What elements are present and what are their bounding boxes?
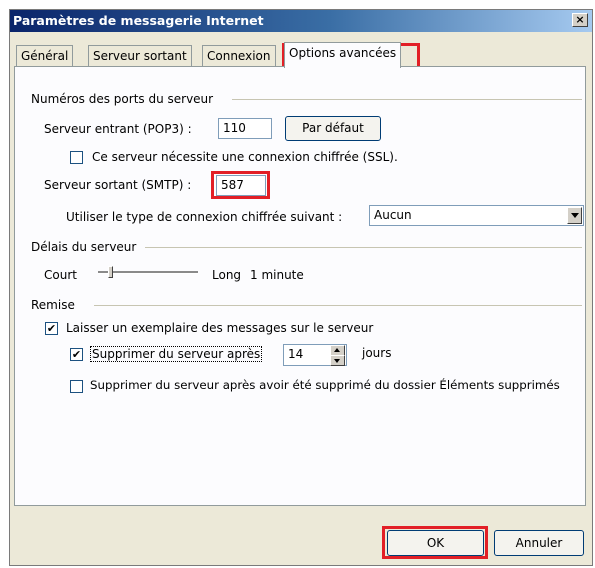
tab-connection[interactable]: Connexion bbox=[202, 45, 276, 67]
section-divider bbox=[94, 305, 582, 306]
incoming-server-label: Serveur entrant (POP3) : bbox=[44, 122, 192, 136]
default-button-label: Par défaut bbox=[302, 121, 364, 135]
tab-label: Général bbox=[21, 49, 69, 63]
tab-label: Connexion bbox=[207, 49, 271, 63]
encryption-type-select[interactable]: Aucun bbox=[369, 205, 584, 226]
cancel-button-label: Annuler bbox=[515, 536, 563, 550]
leave-copy-checkbox[interactable]: ✔ bbox=[45, 322, 58, 335]
remove-after-checkbox[interactable]: ✔ bbox=[70, 348, 83, 361]
close-icon: × bbox=[575, 13, 585, 26]
remove-deleted-checkbox[interactable] bbox=[70, 380, 83, 393]
remove-deleted-label: Supprimer du serveur après avoir été sup… bbox=[90, 378, 560, 392]
delivery-section-title: Remise bbox=[31, 298, 75, 312]
remove-after-label: Supprimer du serveur après bbox=[90, 346, 263, 362]
chevron-up-icon bbox=[334, 348, 340, 352]
tab-label: Options avancées bbox=[289, 46, 397, 60]
chevron-down-icon bbox=[334, 359, 340, 363]
section-divider bbox=[145, 247, 582, 248]
encryption-type-label: Utiliser le type de connexion chiffrée s… bbox=[66, 210, 343, 224]
chevron-down-icon[interactable] bbox=[567, 207, 582, 224]
incoming-port-input[interactable]: 110 bbox=[218, 118, 272, 139]
spin-down-button[interactable] bbox=[330, 355, 345, 366]
tab-label: Serveur sortant bbox=[93, 49, 187, 63]
days-value: 14 bbox=[288, 347, 304, 361]
slider-track bbox=[98, 271, 198, 274]
title-bar[interactable]: Paramètres de messagerie Internet × bbox=[10, 10, 592, 32]
cancel-button[interactable]: Annuler bbox=[494, 530, 584, 556]
ok-highlight-box bbox=[382, 526, 488, 559]
incoming-port-value: 110 bbox=[223, 121, 246, 135]
section-divider bbox=[232, 99, 582, 100]
dialog-title: Paramètres de messagerie Internet bbox=[13, 13, 264, 28]
tab-outgoing-server[interactable]: Serveur sortant bbox=[88, 45, 192, 67]
smtp-port-highlight-box bbox=[211, 171, 270, 199]
timeout-short-label: Court bbox=[44, 268, 77, 282]
checkmark-icon: ✔ bbox=[71, 348, 82, 361]
outgoing-server-label: Serveur sortant (SMTP) : bbox=[44, 178, 192, 192]
ssl-label: Ce serveur nécessite une connexion chiff… bbox=[92, 150, 398, 164]
default-button[interactable]: Par défaut bbox=[285, 116, 381, 141]
timeout-value: 1 minute bbox=[250, 268, 304, 282]
timeouts-section-title: Délais du serveur bbox=[31, 240, 137, 254]
days-unit-label: jours bbox=[362, 346, 392, 360]
leave-copy-label: Laisser un exemplaire des messages sur l… bbox=[66, 321, 374, 335]
close-button[interactable]: × bbox=[572, 13, 588, 27]
ssl-checkbox[interactable] bbox=[70, 151, 83, 164]
ports-section-title: Numéros des ports du serveur bbox=[31, 92, 214, 106]
timeout-slider[interactable] bbox=[96, 266, 200, 280]
checkmark-icon: ✔ bbox=[46, 322, 57, 335]
tab-advanced-options[interactable]: Options avancées bbox=[284, 42, 402, 68]
slider-thumb[interactable] bbox=[108, 266, 113, 278]
encryption-type-value: Aucun bbox=[374, 208, 412, 222]
tab-general[interactable]: Général bbox=[16, 45, 74, 67]
timeout-long-label: Long bbox=[212, 268, 242, 282]
